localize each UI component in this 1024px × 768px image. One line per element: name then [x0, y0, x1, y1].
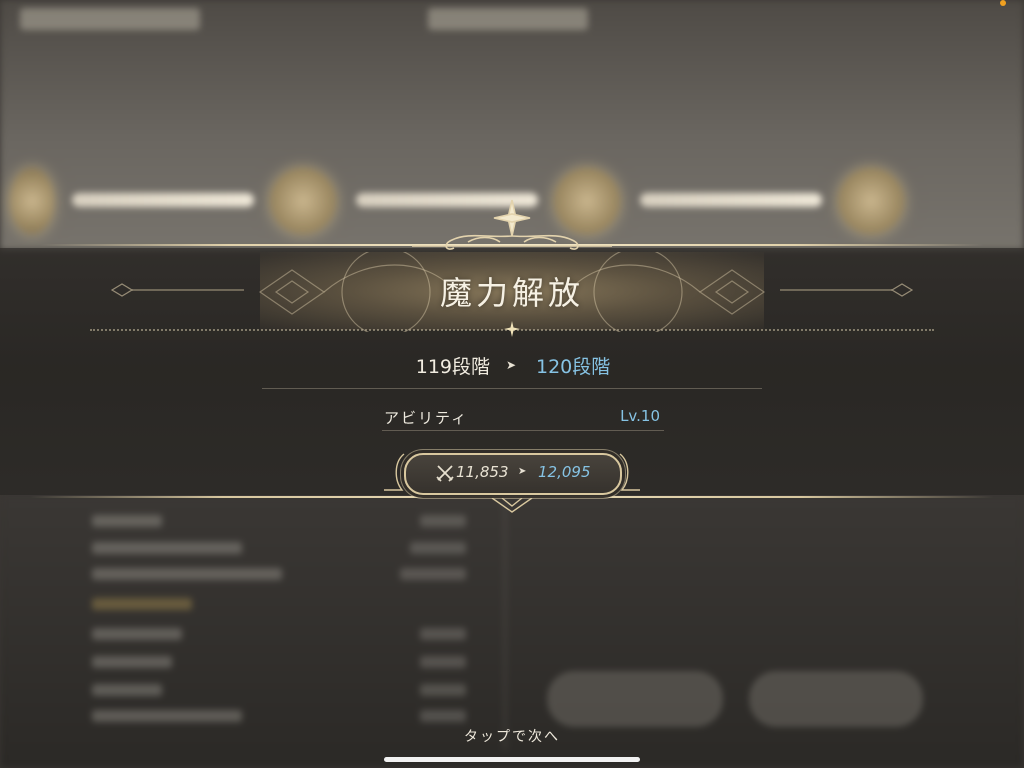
- ability-label: アビリティ: [384, 409, 469, 427]
- status-indicator-dot: [1000, 0, 1006, 6]
- stage-upgrade-row: 119段階 ➤ 120段階: [0, 352, 1024, 384]
- spark-icon: [504, 321, 520, 337]
- stage-from: 119段階: [415, 356, 490, 378]
- background-list-row: [92, 684, 162, 696]
- background-stage-node: [270, 168, 336, 234]
- background-button: [548, 672, 722, 726]
- background-button: [750, 672, 922, 726]
- stage-underline: [262, 388, 762, 389]
- background-list-row: [92, 515, 162, 527]
- right-filigree-icon: [780, 283, 914, 297]
- power-to: 12,095: [538, 463, 591, 481]
- stage-to: 120段階: [536, 356, 611, 378]
- background-list-value: [420, 515, 466, 527]
- background-list-value: [420, 710, 466, 722]
- background-list-row: [92, 628, 182, 640]
- background-list-row: [92, 568, 282, 580]
- home-indicator[interactable]: [384, 757, 640, 762]
- background-list-value: [420, 628, 466, 640]
- crossed-swords-icon: [436, 465, 454, 482]
- background-list-row: [92, 656, 172, 668]
- arrow-right-icon: ➤: [518, 466, 527, 477]
- ability-underline: [382, 430, 664, 431]
- background-list-heading: [92, 598, 192, 610]
- background-list-value: [410, 542, 466, 554]
- power-from: 11,853: [456, 463, 509, 481]
- background-list-row: [92, 710, 242, 722]
- background-divider: [504, 500, 506, 750]
- background-header-stat: [428, 8, 588, 30]
- background-stage-node: [838, 168, 904, 234]
- background-list-row: [92, 542, 242, 554]
- background-list-value: [420, 684, 466, 696]
- background-progress-track: [72, 193, 254, 207]
- background-header-text: [20, 8, 200, 30]
- background-progress-track: [640, 193, 822, 207]
- arrow-right-icon: ➤: [506, 358, 517, 372]
- ability-level: Lv.10: [620, 407, 660, 425]
- background-list-value: [420, 656, 466, 668]
- left-filigree-icon: [110, 283, 244, 297]
- tap-to-continue[interactable]: タップで次へ: [0, 726, 1024, 746]
- background-stage-node: [10, 168, 54, 234]
- background-list-value: [400, 568, 466, 580]
- combat-power-pill: 11,853 ➤ 12,095: [404, 453, 622, 495]
- top-ornament-icon: [412, 199, 612, 250]
